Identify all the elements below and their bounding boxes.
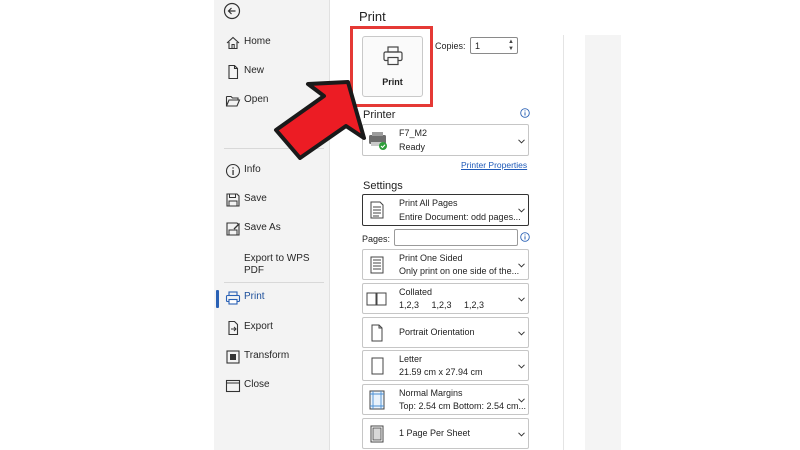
chevron-down-icon [518, 432, 525, 437]
sidebar-item-label: Print [244, 291, 265, 302]
pages-icon [370, 201, 384, 219]
copies-value: 1 [475, 41, 481, 51]
option-line1: Print All Pages [399, 198, 458, 208]
chevron-down-icon [518, 208, 525, 213]
pages-input[interactable] [394, 229, 518, 246]
save-icon [226, 193, 240, 207]
collation-select[interactable]: Collated 1,2,3 1,2,3 1,2,3 [362, 283, 529, 314]
printer-select[interactable]: F7_M2 Ready [362, 124, 529, 156]
paper-size-select[interactable]: Letter 21.59 cm x 27.94 cm [362, 350, 529, 381]
sides-select[interactable]: Print One Sided Only print on one side o… [362, 249, 529, 280]
sidebar-item-label: New [244, 65, 265, 76]
option-line2: Entire Document: odd pages... [399, 212, 521, 222]
chevron-down-icon [518, 398, 525, 403]
page-title: Print [359, 9, 386, 24]
folder-open-icon [225, 95, 241, 107]
settings-section-title: Settings [363, 180, 403, 192]
pages-label: Pages: [362, 234, 391, 244]
sidebar-item-label: Info [244, 164, 261, 175]
option-line2: 21.59 cm x 27.94 cm [399, 367, 483, 377]
option-line2: Top: 2.54 cm Bottom: 2.54 cm... [399, 401, 527, 411]
printer-name: F7_M2 [399, 128, 428, 138]
option-line1: Letter [399, 354, 423, 364]
printer-status: Ready [399, 142, 426, 152]
sidebar-item-home[interactable]: Home [214, 31, 330, 55]
sidebar-item-label: Save As [244, 222, 281, 233]
chevron-down-icon [518, 297, 525, 302]
sidebar-item-label: Home [244, 36, 271, 47]
info-icon [225, 163, 241, 179]
option-line1: Collated [399, 287, 433, 297]
panel-divider [563, 35, 564, 450]
paper-size-icon [371, 357, 384, 375]
chevron-down-icon [518, 139, 525, 144]
sidebar-item-close[interactable]: Close [214, 374, 330, 398]
sidebar-item-label: Export [244, 321, 273, 332]
option-line1: Normal Margins [399, 388, 463, 398]
red-arrow-annotation [274, 80, 366, 160]
info-icon[interactable] [520, 232, 530, 242]
orientation-select[interactable]: Portrait Orientation [362, 317, 529, 348]
margins-icon [369, 390, 385, 410]
printer-icon [225, 291, 241, 305]
option-line1: 1 Page Per Sheet [399, 428, 471, 438]
pages-per-sheet-icon [370, 425, 384, 443]
option-line2: 1,2,3 1,2,3 1,2,3 [399, 300, 485, 310]
chevron-down-icon [518, 331, 525, 336]
home-icon [226, 36, 240, 50]
print-range-select[interactable]: Print All Pages Entire Document: odd pag… [362, 194, 529, 226]
sidebar-item-label: Export to WPS PDF [244, 253, 310, 276]
one-sided-icon [370, 256, 384, 274]
sidebar-item-label: Save [244, 193, 267, 204]
export-icon [228, 320, 239, 336]
sidebar-divider [224, 282, 324, 283]
new-file-icon [228, 64, 239, 80]
chevron-down-icon [518, 364, 525, 369]
spin-arrows-icon[interactable]: ▲ ▼ [508, 39, 514, 53]
chevron-down-icon [518, 263, 525, 268]
info-icon[interactable] [520, 108, 530, 118]
save-as-icon [226, 222, 240, 236]
portrait-icon [371, 324, 383, 342]
sidebar-item-info[interactable]: Info [214, 159, 330, 183]
print-preview-area [585, 35, 621, 450]
transform-icon [226, 350, 240, 364]
copies-stepper[interactable]: 1 ▲ ▼ [470, 37, 518, 54]
printer-properties-link[interactable]: Printer Properties [461, 160, 527, 170]
pages-per-sheet-select[interactable]: 1 Page Per Sheet [362, 418, 529, 449]
sidebar-item-label: Close [244, 379, 270, 390]
sidebar-item-save-as[interactable]: Save As [214, 217, 330, 241]
back-button[interactable] [223, 2, 241, 20]
collated-icon [366, 292, 387, 306]
back-arrow-icon [223, 2, 241, 20]
sidebar-item-transform[interactable]: Transform [214, 345, 330, 369]
copies-label: Copies: [435, 41, 466, 51]
sidebar-item-export[interactable]: Export [214, 316, 330, 340]
sidebar-item-save[interactable]: Save [214, 188, 330, 212]
sidebar-item-label: Transform [244, 350, 290, 361]
option-line1: Print One Sided [399, 253, 463, 263]
backstage-sidebar: Home New Open Info Save Save As Export t… [214, 0, 330, 450]
sidebar-item-print[interactable]: Print [214, 286, 330, 310]
option-line2: Only print on one side of the... [399, 266, 520, 276]
sidebar-item-export-pdf[interactable]: Export to WPS PDF [214, 250, 330, 284]
margins-select[interactable]: Normal Margins Top: 2.54 cm Bottom: 2.54… [362, 384, 529, 415]
option-line1: Portrait Orientation [399, 327, 475, 337]
close-doc-icon [225, 379, 241, 393]
